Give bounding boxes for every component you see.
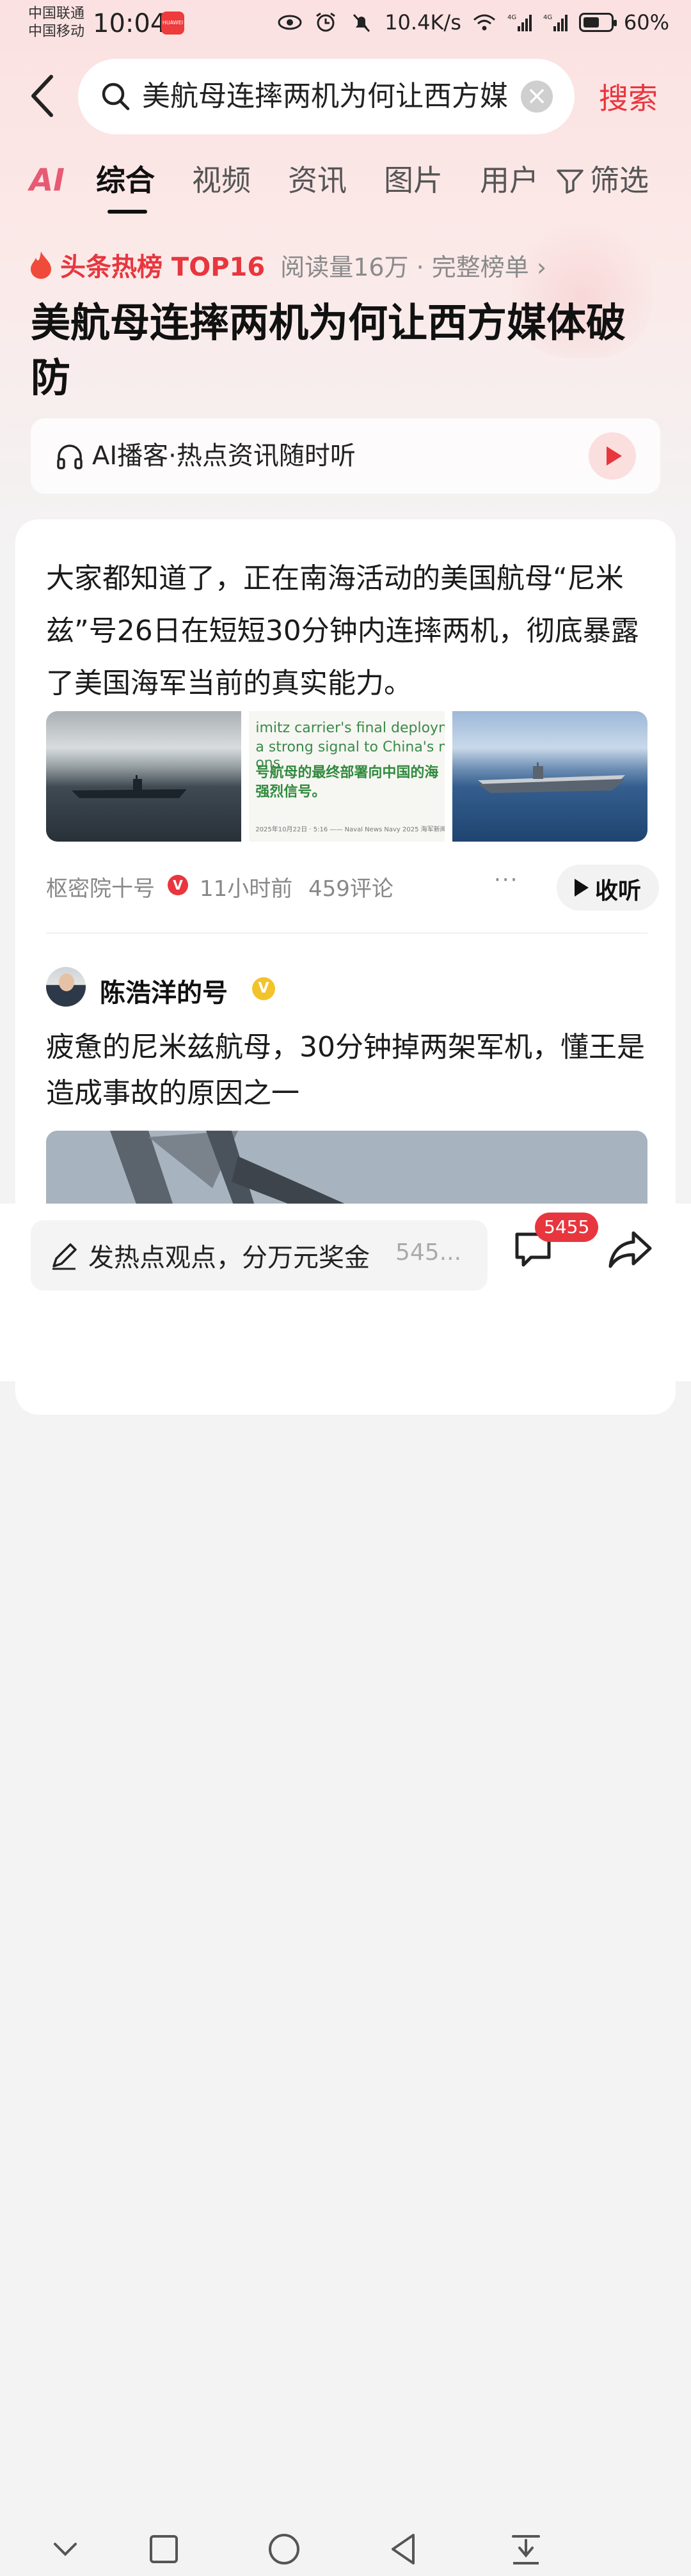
comment-count-badge: 5455 <box>535 1213 599 1242</box>
network-speed: 10.4K/s <box>385 10 461 35</box>
article-summary[interactable]: 大家都知道了，正在南海活动的美国航母“尼米兹”号26日在短短30分钟内连摔两机，… <box>46 553 647 710</box>
carrier-info: 中国联通 中国移动 <box>28 5 84 41</box>
thumb-text-1: imitz carrier's final deployme <box>255 720 445 736</box>
topic-title: 美航母连摔两机为何让西方媒体破防 <box>31 299 626 401</box>
headphones-icon <box>57 444 83 469</box>
play-icon <box>575 879 589 897</box>
status-icons: 10.4K/s 4G 4G 60% <box>277 10 669 35</box>
comment-count: 459评论 <box>308 876 393 902</box>
podcast-label: AI播客·热点资讯随时听 <box>92 441 356 471</box>
verified-badge-icon: V <box>168 875 188 895</box>
listen-label: 收听 <box>595 878 642 904</box>
wifi-icon <box>473 14 495 31</box>
article-meta: 枢密院十号 V 11小时前 459评论 ··· 收听 <box>46 865 659 911</box>
filter-button[interactable]: 筛选 <box>555 160 649 201</box>
back-button[interactable] <box>26 72 64 120</box>
avatar[interactable] <box>46 967 86 1007</box>
battery-percent: 60% <box>623 10 669 35</box>
alarm-icon <box>316 12 336 32</box>
listen-button[interactable]: 收听 <box>557 865 659 911</box>
carrier-ship-image <box>477 762 625 793</box>
search-box[interactable]: 美航母连摔两机为何让西方媒 × <box>78 59 575 134</box>
4g-signal-icon: 4G <box>543 14 568 31</box>
verified-badge-icon: V <box>252 977 275 1000</box>
search-button[interactable]: 搜索 <box>599 75 658 118</box>
carrier-line1: 中国联通 <box>28 6 85 22</box>
play-button[interactable] <box>589 432 636 480</box>
article2-summary[interactable]: 疲惫的尼米兹航母，30分钟掉两架军机，懂王是造成事故的原因之一 <box>46 1025 647 1117</box>
4g-signal-icon: 4G <box>507 14 532 31</box>
avatar-face <box>59 973 74 991</box>
tab-video[interactable]: 视频 <box>192 160 251 201</box>
flame-icon <box>31 251 51 279</box>
thumbnail-carrier-blue[interactable] <box>452 711 647 842</box>
close-icon: × <box>526 81 548 111</box>
more-options-button[interactable]: ··· <box>494 867 518 893</box>
divider <box>46 932 647 934</box>
comment-input[interactable]: 发热点观点，分万元奖金 545... <box>31 1220 488 1291</box>
status-time: 10:04 <box>93 9 167 38</box>
share-icon[interactable] <box>607 1227 654 1271</box>
carrier-line2: 中国移动 <box>28 24 85 40</box>
hot-list-tag: 头条热榜 TOP16 <box>60 253 266 282</box>
huawei-app-icon: HUAWEI <box>161 12 184 35</box>
search-input[interactable]: 美航母连摔两机为何让西方媒 <box>142 78 577 115</box>
author-name[interactable]: 枢密院十号 <box>46 871 155 902</box>
publish-time: 11小时前 <box>200 876 293 902</box>
active-tab-indicator <box>107 210 147 214</box>
notification-pull-down-icon[interactable] <box>505 2529 546 2570</box>
svg-text:4G: 4G <box>543 14 552 21</box>
ai-podcast-bar[interactable]: AI播客·热点资讯随时听 <box>31 418 660 494</box>
battery-fill <box>583 17 599 27</box>
thumb-text-4: 强烈信号。 <box>255 784 326 800</box>
thumb-text-5: 2025年10月22日 · 5:16 —— Naval News Navy 20… <box>255 826 445 833</box>
tab-comprehensive[interactable]: 综合 <box>96 160 155 201</box>
hot-list-row[interactable]: 头条热榜 TOP16 阅读量16万 · 完整榜单 › <box>28 246 546 284</box>
comment-count-inline: 545... <box>395 1239 462 1266</box>
chevron-down-icon[interactable] <box>45 2529 86 2570</box>
battery-icon <box>578 13 617 32</box>
thumbnail-news-headline[interactable]: imitz carrier's final deployme a strong … <box>249 711 445 842</box>
bottom-bar: 发热点观点，分万元奖金 545... 5455 <box>0 1204 691 2564</box>
status-bar: 中国联通 中国移动 10:04 HUAWEI 10.4K/s 4G 4G 60% <box>0 0 691 51</box>
tab-users[interactable]: 用户 <box>480 160 539 201</box>
mute-icon <box>353 13 370 33</box>
tab-news[interactable]: 资讯 <box>288 160 347 201</box>
search-icon <box>102 82 130 111</box>
hot-list-meta[interactable]: 阅读量16万 · 完整榜单 › <box>280 247 546 283</box>
clear-search-button[interactable]: × <box>521 81 553 113</box>
article-thumbnails[interactable]: imitz carrier's final deployme a strong … <box>46 711 647 842</box>
author-name[interactable]: 陈浩洋的号 <box>100 972 228 1009</box>
filter-label: 筛选 <box>590 163 649 198</box>
thumb-text-3: 号航母的最终部署向中国的海 <box>255 765 439 781</box>
carrier-ship-image <box>72 775 187 798</box>
home-button[interactable] <box>264 2529 305 2570</box>
tab-images[interactable]: 图片 <box>384 160 443 201</box>
system-nav-bar <box>0 2520 691 2576</box>
svg-text:4G: 4G <box>507 14 516 21</box>
pen-icon <box>52 1243 77 1270</box>
thumbnail-carrier-grey[interactable] <box>46 711 242 842</box>
eye-icon <box>278 15 302 30</box>
filter-icon <box>557 169 584 194</box>
comment-placeholder: 发热点观点，分万元奖金 <box>88 1243 370 1273</box>
recents-button[interactable] <box>143 2529 184 2570</box>
back-nav-button[interactable] <box>384 2529 425 2570</box>
